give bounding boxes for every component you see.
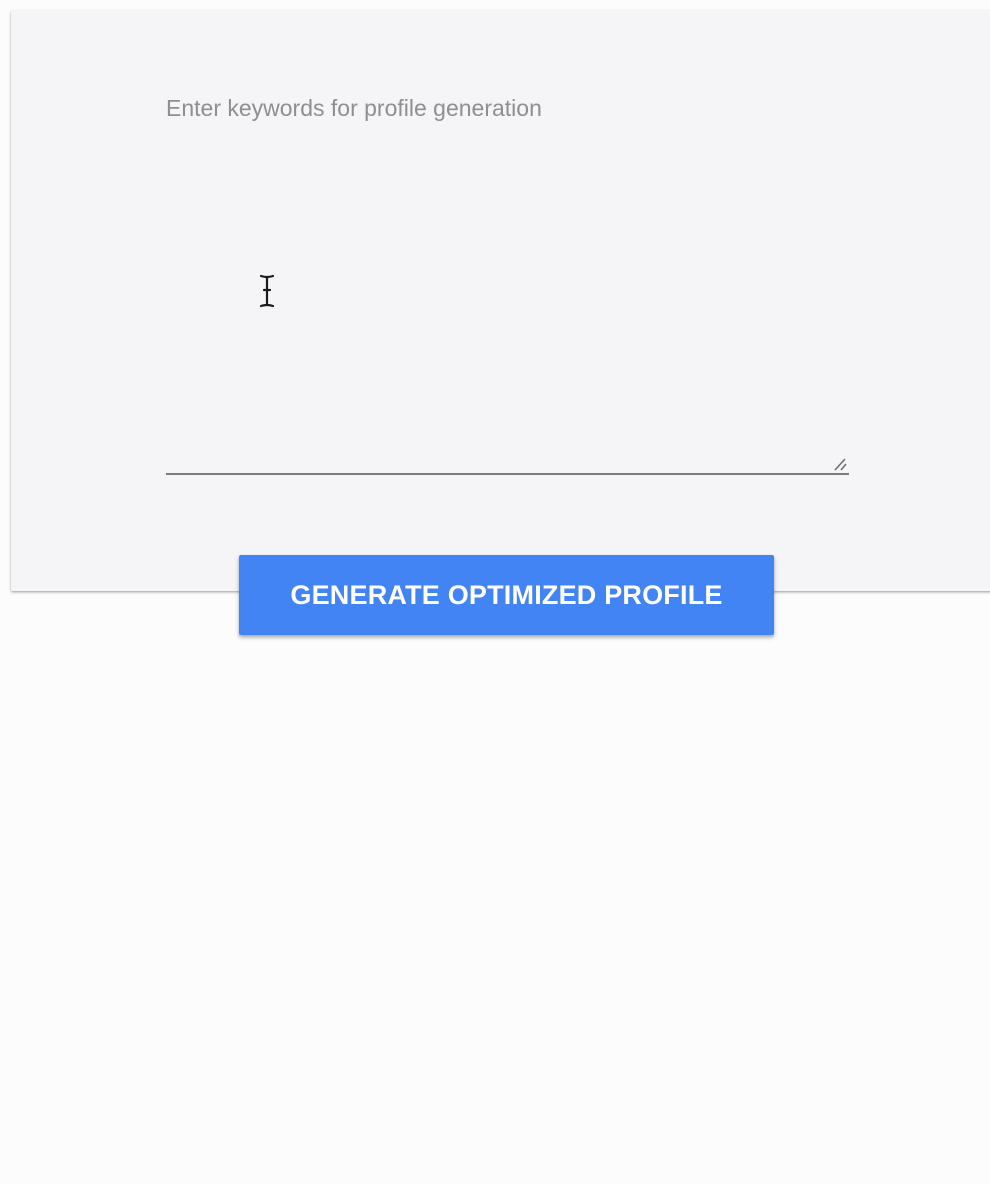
generate-optimized-profile-button[interactable]: GENERATE OPTIMIZED PROFILE	[239, 555, 774, 635]
i-beam-cursor-icon	[259, 274, 275, 308]
keywords-label: Enter keywords for profile generation	[166, 95, 542, 121]
page: Enter keywords for profile generation GE…	[0, 0, 990, 1184]
profile-generator-card: Enter keywords for profile generation	[11, 10, 990, 591]
keywords-underline	[166, 473, 849, 475]
resize-handle-icon[interactable]	[831, 457, 847, 471]
